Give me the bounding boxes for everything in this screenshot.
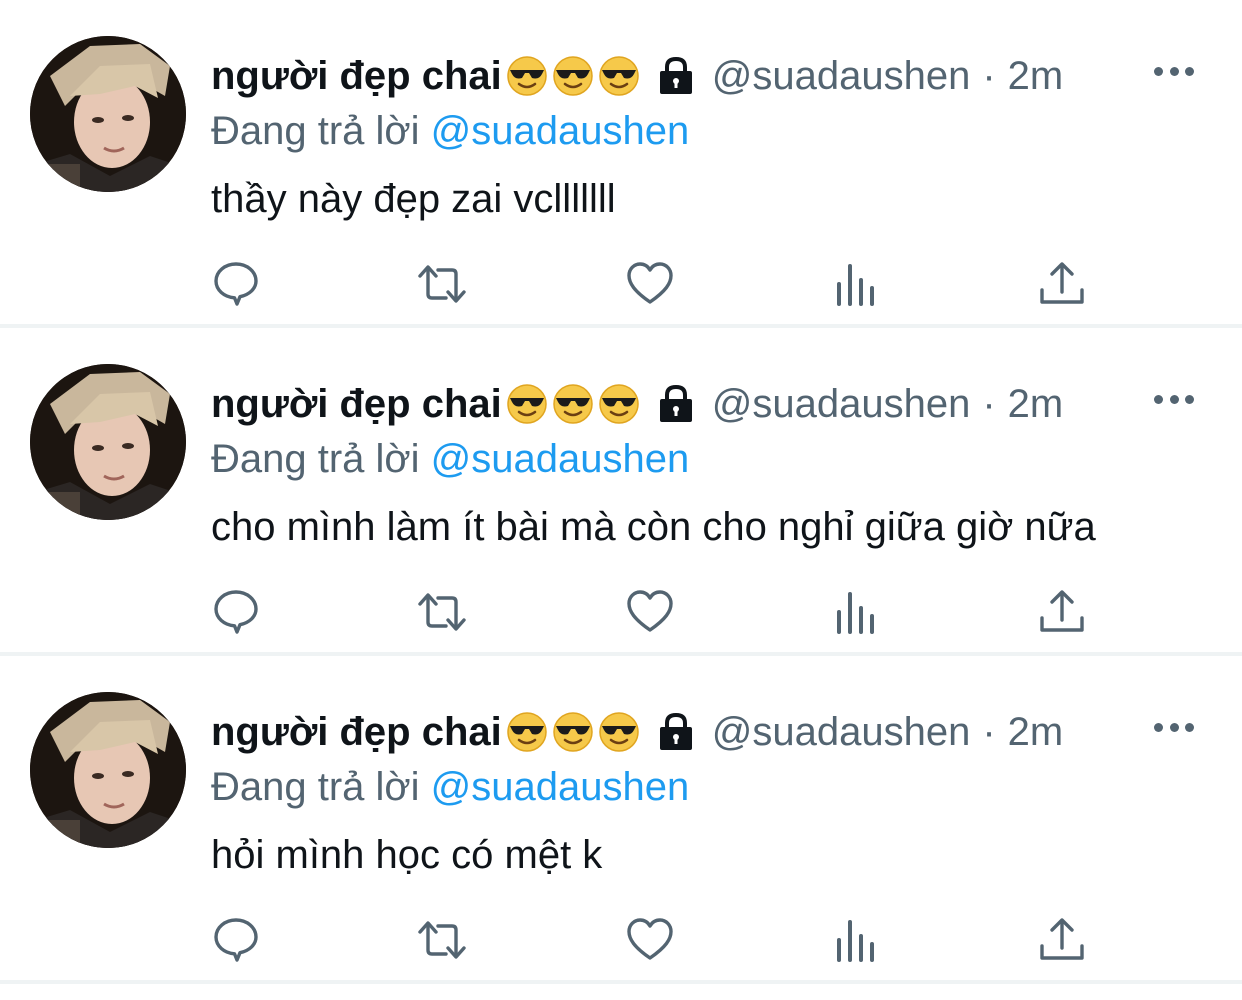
tweet[interactable]: người đẹp chai @suadaushen · 2m Đang trả… <box>0 656 1242 984</box>
lock-icon <box>654 54 698 98</box>
separator-dot: · <box>982 54 996 98</box>
smiling-face-with-sunglasses-icon <box>552 383 594 425</box>
smiling-face-with-sunglasses-icon <box>506 711 548 753</box>
like-icon[interactable] <box>624 258 676 310</box>
smiling-face-with-sunglasses-icon <box>598 711 640 753</box>
tweet[interactable]: người đẹp chai @suadaushen · 2m Đang trả… <box>0 0 1242 328</box>
reply-context: Đang trả lời @suadaushen <box>211 432 689 486</box>
retweet-icon[interactable] <box>416 258 468 310</box>
smiling-face-with-sunglasses-icon <box>598 383 640 425</box>
reply-prefix: Đang trả lời <box>211 109 420 153</box>
reply-context: Đang trả lời @suadaushen <box>211 760 689 814</box>
retweet-icon[interactable] <box>416 914 468 966</box>
reply-icon[interactable] <box>210 914 262 966</box>
action-bar <box>0 586 1242 646</box>
reply-mention-link[interactable]: @suadaushen <box>431 765 690 809</box>
tweet-header: người đẹp chai @suadaushen · 2m <box>211 376 1063 432</box>
smiling-face-with-sunglasses-icon <box>506 55 548 97</box>
share-icon[interactable] <box>1036 586 1088 638</box>
display-name[interactable]: người đẹp chai <box>211 376 502 432</box>
share-icon[interactable] <box>1036 914 1088 966</box>
retweet-icon[interactable] <box>416 586 468 638</box>
tweet[interactable]: người đẹp chai @suadaushen · 2m Đang trả… <box>0 328 1242 656</box>
handle[interactable]: @suadaushen <box>712 48 971 104</box>
avatar[interactable] <box>30 692 186 848</box>
smiling-face-with-sunglasses-icon <box>552 55 594 97</box>
avatar[interactable] <box>30 364 186 520</box>
smiling-face-with-sunglasses-icon <box>506 383 548 425</box>
tweet-header: người đẹp chai @suadaushen · 2m <box>211 48 1063 104</box>
avatar-photo <box>30 364 186 520</box>
action-bar <box>0 258 1242 318</box>
timeline: người đẹp chai @suadaushen · 2m Đang trả… <box>0 0 1242 984</box>
more-icon[interactable] <box>1154 384 1194 414</box>
reply-mention-link[interactable]: @suadaushen <box>431 437 690 481</box>
handle[interactable]: @suadaushen <box>712 704 971 760</box>
lock-icon <box>654 710 698 754</box>
display-name[interactable]: người đẹp chai <box>211 48 502 104</box>
more-icon[interactable] <box>1154 712 1194 742</box>
separator-dot: · <box>982 382 996 426</box>
analytics-icon[interactable] <box>830 258 882 310</box>
reply-prefix: Đang trả lời <box>211 765 420 809</box>
timestamp[interactable]: 2m <box>1008 48 1064 104</box>
avatar-photo <box>30 692 186 848</box>
like-icon[interactable] <box>624 586 676 638</box>
share-icon[interactable] <box>1036 258 1088 310</box>
timestamp[interactable]: 2m <box>1008 376 1064 432</box>
display-name[interactable]: người đẹp chai <box>211 704 502 760</box>
timestamp[interactable]: 2m <box>1008 704 1064 760</box>
reply-mention-link[interactable]: @suadaushen <box>431 109 690 153</box>
separator-dot: · <box>982 710 996 754</box>
avatar[interactable] <box>30 36 186 192</box>
tweet-text: hỏi mình học có mệt k <box>211 833 603 877</box>
tweet-text: cho mình làm ít bài mà còn cho nghỉ giữa… <box>211 505 1096 549</box>
action-bar <box>0 914 1242 974</box>
reply-icon[interactable] <box>210 586 262 638</box>
analytics-icon[interactable] <box>830 586 882 638</box>
tweet-header: người đẹp chai @suadaushen · 2m <box>211 704 1063 760</box>
lock-icon <box>654 382 698 426</box>
like-icon[interactable] <box>624 914 676 966</box>
more-icon[interactable] <box>1154 56 1194 86</box>
smiling-face-with-sunglasses-icon <box>598 55 640 97</box>
analytics-icon[interactable] <box>830 914 882 966</box>
reply-prefix: Đang trả lời <box>211 437 420 481</box>
reply-context: Đang trả lời @suadaushen <box>211 104 689 158</box>
smiling-face-with-sunglasses-icon <box>552 711 594 753</box>
avatar-photo <box>30 36 186 192</box>
reply-icon[interactable] <box>210 258 262 310</box>
tweet-text: thầy này đẹp zai vclllllll <box>211 177 616 221</box>
handle[interactable]: @suadaushen <box>712 376 971 432</box>
